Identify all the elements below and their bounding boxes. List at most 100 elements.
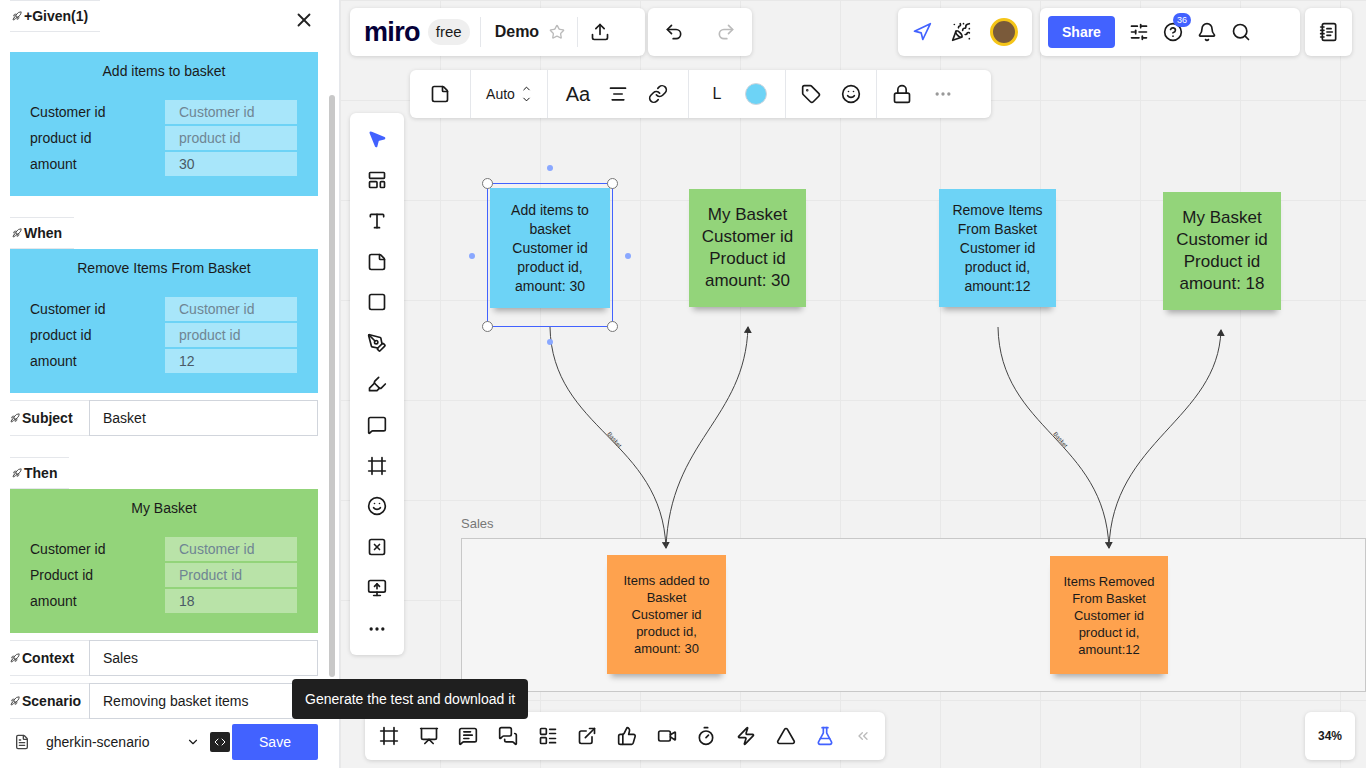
upload-button[interactable] (367, 578, 387, 598)
sticky-note[interactable]: Add items to basketCustomer idproduct id… (490, 188, 610, 308)
select-icon[interactable] (367, 129, 387, 149)
cards-icon (538, 726, 558, 746)
embed-button[interactable] (367, 537, 387, 557)
connector-button[interactable] (367, 333, 387, 353)
sticky-button[interactable] (410, 84, 470, 104)
undo-button[interactable] (664, 22, 684, 42)
field-input[interactable]: Customer id (165, 537, 297, 561)
align-button[interactable] (608, 84, 628, 104)
text-button[interactable] (367, 211, 387, 231)
color-button[interactable] (745, 83, 767, 105)
field-input[interactable]: 18 (165, 589, 297, 613)
comments-button[interactable] (458, 726, 478, 746)
timer-button[interactable] (696, 726, 716, 746)
card-field: amount18 (10, 589, 318, 613)
share-link-button[interactable] (577, 726, 597, 746)
party-button[interactable] (951, 22, 971, 42)
frames-button[interactable] (379, 726, 399, 746)
comment-button[interactable] (367, 415, 387, 435)
sticky-note[interactable]: Items added to BasketCustomer idproduct … (607, 555, 726, 674)
rocket-icon (12, 468, 22, 478)
vote-button[interactable] (617, 726, 637, 746)
panel-footer: gherkin-scenario Save (10, 724, 318, 760)
code-button[interactable] (210, 732, 230, 752)
field-input[interactable]: Basket (89, 400, 318, 436)
notes-button[interactable] (1319, 22, 1339, 42)
shape-button[interactable] (367, 292, 387, 312)
font-size-control[interactable]: Auto (471, 83, 547, 105)
tag-button[interactable] (786, 84, 836, 104)
sticky-note[interactable]: Remove Items From BasketCustomer idprodu… (939, 189, 1056, 307)
video-button[interactable] (657, 726, 677, 746)
chat-button[interactable] (498, 726, 518, 746)
document-icon (14, 734, 30, 750)
field-input[interactable]: 30 (165, 152, 297, 176)
present-button[interactable] (419, 726, 439, 746)
field-input[interactable]: product id (165, 323, 297, 347)
chevron-up-icon[interactable] (521, 83, 532, 94)
scrollbar[interactable] (329, 95, 335, 677)
field-input[interactable]: product id (165, 126, 297, 150)
format-select[interactable]: gherkin-scenario (38, 724, 208, 760)
field-input[interactable]: Removing basket items (89, 683, 318, 719)
link-button[interactable] (628, 84, 688, 104)
bell-button[interactable] (1197, 22, 1217, 42)
collapse-icon[interactable] (855, 728, 871, 744)
font-button[interactable]: Aa (548, 79, 608, 109)
emoji-button[interactable] (836, 84, 866, 104)
zap-button[interactable] (736, 726, 756, 746)
frame[interactable] (461, 538, 1366, 692)
emoji-icon (367, 496, 387, 516)
section-heading: Then (10, 457, 69, 489)
board-name[interactable]: Demo (495, 20, 539, 44)
cards-button[interactable] (538, 726, 558, 746)
scenario-field: ContextSales (10, 640, 318, 676)
more-button[interactable] (367, 619, 387, 639)
sticky-button[interactable] (367, 252, 387, 272)
comments-icon (458, 726, 478, 746)
pen-button[interactable] (367, 374, 387, 394)
flask-icon[interactable] (815, 726, 835, 746)
field-input[interactable]: Sales (89, 640, 318, 676)
card-field: product idproduct id (10, 323, 318, 347)
more-icon[interactable] (933, 84, 953, 104)
settings-button[interactable] (1129, 22, 1149, 42)
card-field: product idproduct id (10, 126, 318, 150)
card-field: Customer idCustomer id (10, 100, 318, 124)
sticky-note[interactable]: My BasketCustomer idProduct idamount: 30 (689, 189, 806, 307)
emoji-button[interactable] (367, 496, 387, 516)
link-icon (648, 84, 668, 104)
tag-icon (801, 84, 821, 104)
board-canvas[interactable]: SalesBasketBasketAdd items to basketCust… (340, 0, 1366, 768)
redo-icon[interactable] (716, 22, 736, 42)
selection-box[interactable] (487, 183, 613, 327)
field-label: amount (10, 351, 165, 372)
embed-icon (367, 537, 387, 557)
sticky-note[interactable]: Items Removed From BasketCustomer idprod… (1050, 556, 1168, 674)
user-avatar[interactable] (990, 18, 1018, 46)
chevron-down-icon[interactable] (521, 94, 532, 105)
star-icon[interactable] (549, 24, 565, 40)
field-input[interactable]: Product id (165, 563, 297, 587)
sticky-note[interactable]: My BasketCustomer idProduct idamount: 18 (1163, 192, 1281, 310)
field-input[interactable]: 12 (165, 349, 297, 373)
search-button[interactable] (1231, 22, 1251, 42)
history-toolbar (648, 8, 752, 56)
field-input[interactable]: Customer id (165, 100, 297, 124)
line-button[interactable]: L (689, 82, 745, 106)
share-button[interactable]: Share (1048, 16, 1115, 48)
connector-icon (367, 333, 387, 353)
close-icon[interactable] (293, 9, 315, 31)
cursor-icon[interactable] (912, 22, 932, 42)
triangle-button[interactable] (776, 726, 796, 746)
card-field: Customer idCustomer id (10, 297, 318, 321)
save-button[interactable]: Save (232, 724, 318, 760)
zoom-indicator[interactable]: 34% (1305, 712, 1355, 760)
section-heading: When (10, 217, 74, 249)
miro-logo[interactable]: miro (364, 12, 420, 53)
field-input[interactable]: Customer id (165, 297, 297, 321)
export-button[interactable] (590, 22, 610, 42)
templates-button[interactable] (367, 170, 387, 190)
lock-button[interactable] (877, 84, 927, 104)
frame-button[interactable] (367, 456, 387, 476)
